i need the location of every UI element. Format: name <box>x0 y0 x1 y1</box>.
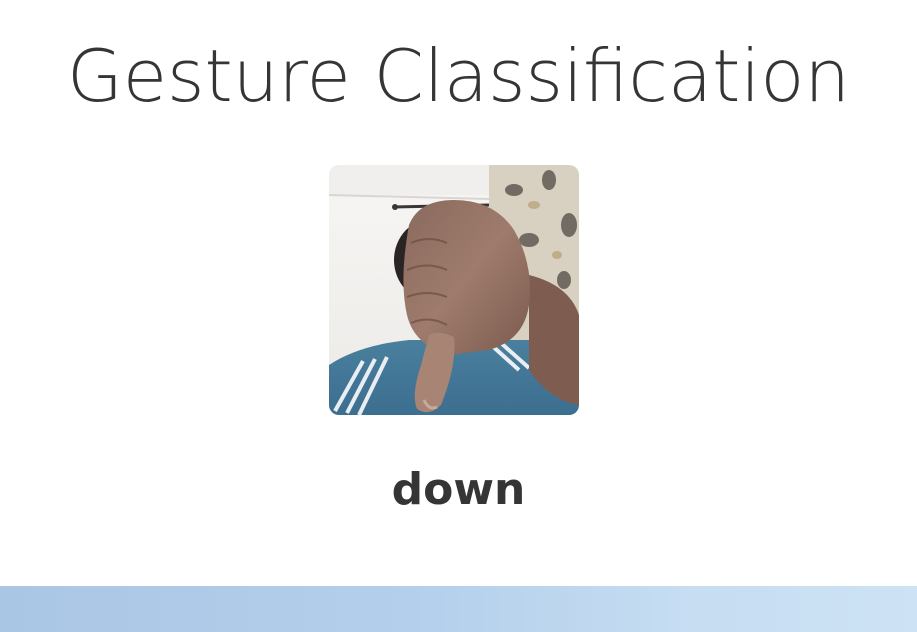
footer-band <box>0 586 917 632</box>
page-title: Gesture Classification <box>66 34 851 118</box>
webcam-feed <box>329 165 579 415</box>
prediction-label: down <box>391 464 526 515</box>
webcam-feed-image <box>329 165 579 415</box>
